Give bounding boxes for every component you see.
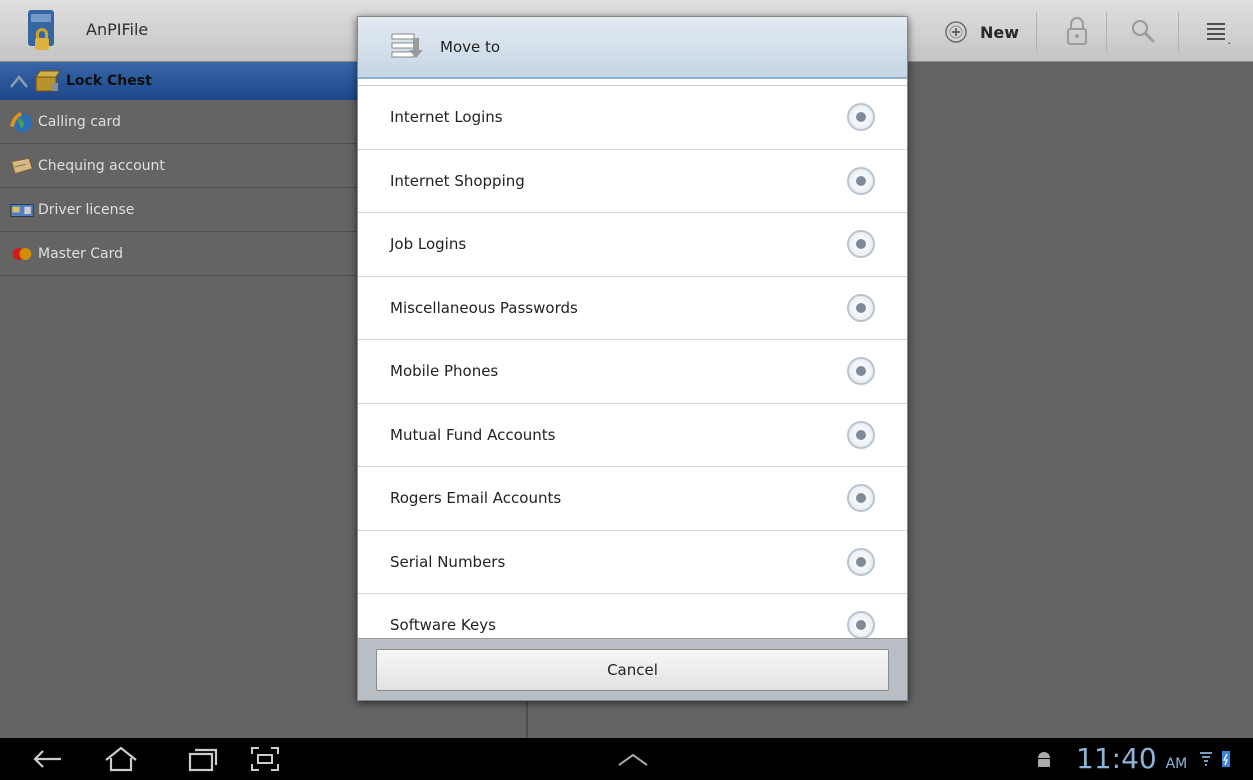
radio-button[interactable] bbox=[847, 103, 875, 132]
radio-button[interactable] bbox=[847, 547, 875, 576]
option-label: Rogers Email Accounts bbox=[390, 489, 562, 508]
radio-button[interactable] bbox=[847, 420, 875, 449]
option-label: Mobile Phones bbox=[390, 362, 499, 381]
status-clock: 11:40 AM bbox=[1076, 742, 1187, 775]
option-mobile-phones[interactable]: Mobile Phones bbox=[358, 340, 907, 404]
option-job-logins[interactable]: Job Logins bbox=[358, 213, 907, 277]
signal-icon bbox=[1196, 744, 1216, 774]
radio-dot bbox=[856, 112, 866, 123]
cancel-button[interactable]: Cancel bbox=[376, 648, 889, 691]
dialog-header: Move to bbox=[358, 17, 907, 79]
back-icon[interactable] bbox=[26, 744, 68, 774]
radio-dot bbox=[856, 556, 866, 567]
option-serial-numbers[interactable]: Serial Numbers bbox=[358, 531, 907, 594]
radio-button[interactable] bbox=[847, 357, 875, 386]
destination-list[interactable]: Internet Logins Internet Shopping Job Lo… bbox=[358, 85, 907, 639]
screenshot-icon[interactable] bbox=[244, 744, 286, 774]
option-miscellaneous-passwords[interactable]: Miscellaneous Passwords bbox=[358, 277, 907, 340]
dialog-footer: Cancel bbox=[358, 638, 907, 700]
option-label: Internet Logins bbox=[390, 108, 503, 127]
dialog-title: Move to bbox=[440, 38, 501, 56]
radio-dot bbox=[856, 302, 866, 313]
option-software-keys[interactable]: Software Keys bbox=[358, 594, 907, 639]
home-icon[interactable] bbox=[100, 744, 142, 774]
radio-dot bbox=[856, 493, 866, 504]
option-label: Software Keys bbox=[390, 616, 496, 635]
radio-button[interactable] bbox=[847, 293, 875, 322]
radio-dot bbox=[856, 239, 866, 250]
radio-dot bbox=[856, 175, 866, 186]
system-bar: 11:40 AM bbox=[0, 738, 1253, 780]
clock-ampm: AM bbox=[1165, 756, 1188, 772]
option-rogers-email-accounts[interactable]: Rogers Email Accounts bbox=[358, 467, 907, 531]
radio-dot bbox=[856, 429, 866, 440]
android-icon bbox=[1030, 744, 1058, 774]
move-to-dialog: Move to Internet Logins Internet Shoppin… bbox=[357, 16, 908, 701]
radio-button[interactable] bbox=[847, 230, 875, 259]
radio-button[interactable] bbox=[847, 611, 875, 639]
recent-apps-icon[interactable] bbox=[182, 744, 224, 774]
option-label: Mutual Fund Accounts bbox=[390, 425, 556, 444]
option-label: Internet Shopping bbox=[390, 171, 525, 190]
chevron-up-icon[interactable] bbox=[612, 744, 654, 774]
option-label: Miscellaneous Passwords bbox=[390, 298, 578, 317]
option-internet-shopping[interactable]: Internet Shopping bbox=[358, 150, 907, 213]
battery-icon bbox=[1216, 744, 1236, 774]
radio-button[interactable] bbox=[847, 166, 875, 195]
radio-dot bbox=[856, 620, 866, 631]
clock-time: 11:40 bbox=[1076, 742, 1157, 775]
option-label: Job Logins bbox=[390, 235, 467, 254]
move-to-icon bbox=[391, 33, 423, 58]
radio-button[interactable] bbox=[847, 484, 875, 513]
option-mutual-fund-accounts[interactable]: Mutual Fund Accounts bbox=[358, 404, 907, 467]
radio-dot bbox=[856, 366, 866, 377]
option-label: Serial Numbers bbox=[390, 552, 506, 571]
option-internet-logins[interactable]: Internet Logins bbox=[358, 86, 907, 150]
